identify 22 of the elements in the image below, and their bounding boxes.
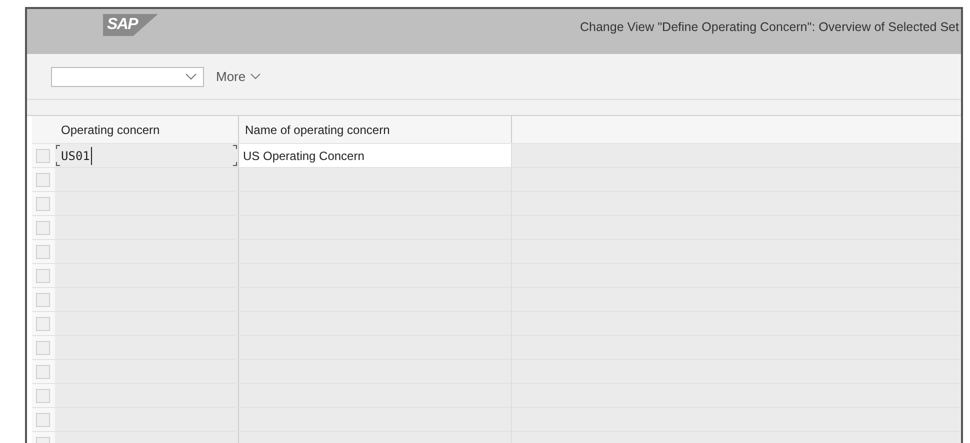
table-cell[interactable]: US Operating Concern bbox=[239, 144, 512, 167]
row-checkbox[interactable] bbox=[36, 364, 50, 378]
column-header: Operating concern bbox=[55, 116, 239, 143]
row-checkbox[interactable] bbox=[36, 148, 50, 162]
dropdown-field[interactable] bbox=[51, 66, 204, 86]
chevron-down-icon bbox=[250, 73, 261, 80]
row-checkbox[interactable] bbox=[36, 220, 50, 234]
row-checkbox[interactable] bbox=[36, 340, 50, 354]
chevron-down-icon bbox=[185, 73, 197, 80]
row-checkbox[interactable] bbox=[36, 196, 50, 210]
row-checkbox[interactable] bbox=[36, 412, 50, 426]
row-checkbox[interactable] bbox=[36, 172, 50, 186]
row-checkbox[interactable] bbox=[36, 244, 50, 258]
row-checkbox[interactable] bbox=[36, 316, 50, 330]
row-checkbox[interactable] bbox=[36, 292, 50, 306]
table-cell[interactable]: US01 bbox=[55, 144, 239, 167]
row-checkbox[interactable] bbox=[36, 268, 50, 282]
row-checkbox[interactable] bbox=[36, 388, 50, 402]
window-title: Change View "Define Operating Concern": Overview of Selected Set bbox=[580, 19, 959, 36]
more-menu[interactable]: More bbox=[216, 66, 261, 86]
column-header: Name of operating concern bbox=[239, 116, 512, 143]
logo: SAP bbox=[103, 14, 158, 36]
